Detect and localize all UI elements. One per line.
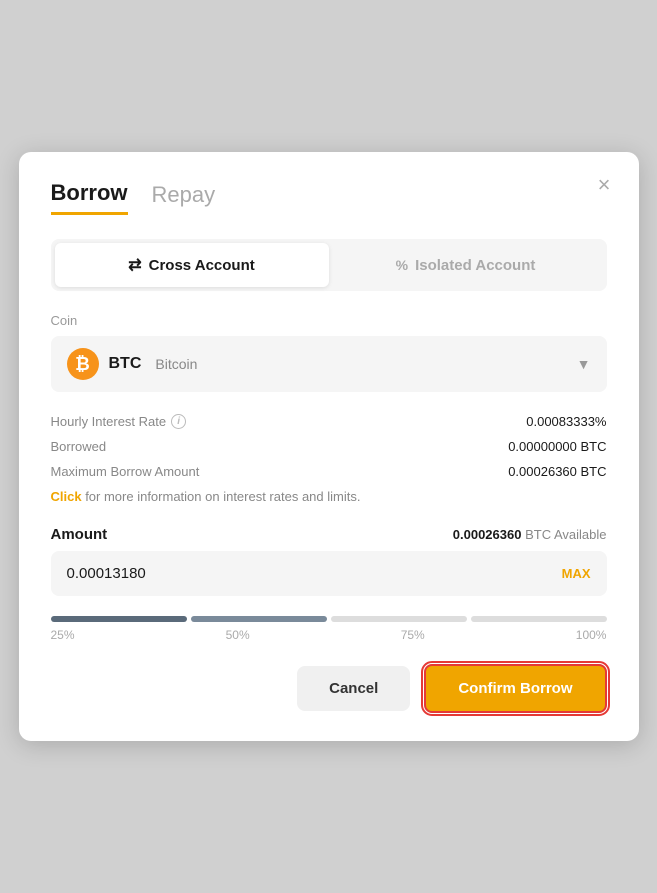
max-button[interactable]: MAX (562, 566, 591, 581)
chevron-down-icon: ▼ (577, 356, 591, 372)
isolated-account-icon: % (396, 257, 408, 273)
slider-segment-75[interactable] (331, 616, 467, 622)
slider-segment-25[interactable] (51, 616, 187, 622)
amount-label: Amount (51, 526, 108, 543)
coin-code: BTC (109, 355, 142, 373)
slider-label-50: 50% (226, 628, 250, 642)
amount-header: Amount 0.00026360 BTC Available (51, 526, 607, 543)
max-borrow-row: Maximum Borrow Amount 0.00026360 BTC (51, 464, 607, 479)
max-borrow-value: 0.00026360 BTC (508, 464, 606, 479)
account-toggle: ⇄ Cross Account % Isolated Account (51, 239, 607, 291)
slider-label-25: 25% (51, 628, 75, 642)
borrowed-value: 0.00000000 BTC (508, 439, 606, 454)
borrowed-label: Borrowed (51, 439, 107, 454)
hourly-rate-label: Hourly Interest Rate i (51, 414, 187, 429)
close-button[interactable]: × (598, 174, 611, 196)
hourly-rate-row: Hourly Interest Rate i 0.00083333% (51, 414, 607, 429)
btc-icon: ₿ (67, 348, 99, 380)
hourly-rate-value: 0.00083333% (526, 414, 606, 429)
coin-full-name: Bitcoin (155, 356, 197, 372)
slider-labels: 25% 50% 75% 100% (51, 628, 607, 642)
tab-repay[interactable]: Repay (152, 182, 216, 214)
coin-info: ₿ BTC Bitcoin (67, 348, 198, 380)
borrow-modal: Borrow Repay × ⇄ Cross Account % Isolate… (19, 152, 639, 741)
slider-label-100: 100% (576, 628, 607, 642)
slider-bar[interactable] (51, 616, 607, 622)
coin-select-dropdown[interactable]: ₿ BTC Bitcoin ▼ (51, 336, 607, 392)
max-borrow-label: Maximum Borrow Amount (51, 464, 200, 479)
isolated-account-button[interactable]: % Isolated Account (329, 245, 603, 286)
tab-borrow[interactable]: Borrow (51, 180, 128, 215)
available-value: 0.00026360 (453, 527, 522, 542)
slider-label-75: 75% (401, 628, 425, 642)
coin-section-label: Coin (51, 313, 607, 328)
info-icon[interactable]: i (171, 414, 186, 429)
cancel-button[interactable]: Cancel (297, 666, 410, 711)
available-unit: BTC Available (525, 527, 606, 542)
click-info-text: Click for more information on interest r… (51, 489, 607, 504)
borrowed-row: Borrowed 0.00000000 BTC (51, 439, 607, 454)
slider-segment-100[interactable] (471, 616, 607, 622)
amount-available: 0.00026360 BTC Available (453, 527, 607, 542)
confirm-borrow-button[interactable]: Confirm Borrow (424, 664, 606, 713)
btc-symbol: ₿ (75, 354, 90, 375)
action-row: Cancel Confirm Borrow (51, 664, 607, 713)
amount-input-row[interactable]: 0.00013180 MAX (51, 551, 607, 596)
cross-account-button[interactable]: ⇄ Cross Account (55, 243, 329, 287)
click-link[interactable]: Click (51, 489, 82, 504)
isolated-account-label: Isolated Account (415, 257, 535, 274)
cross-account-icon: ⇄ (128, 255, 141, 275)
click-info-suffix: for more information on interest rates a… (82, 489, 361, 504)
cross-account-label: Cross Account (149, 257, 255, 274)
amount-input-value[interactable]: 0.00013180 (67, 565, 146, 582)
slider-segment-50[interactable] (191, 616, 327, 622)
modal-header: Borrow Repay (51, 180, 607, 215)
